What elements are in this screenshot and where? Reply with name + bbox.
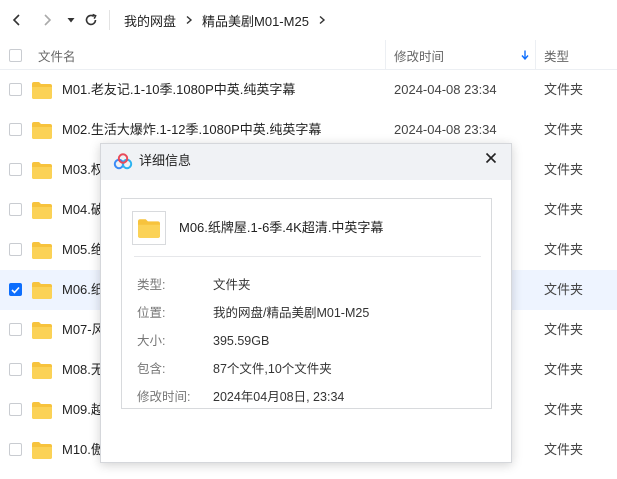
close-button[interactable] bbox=[481, 148, 501, 168]
info-label: 类型: bbox=[137, 278, 166, 292]
history-dropdown-button[interactable] bbox=[60, 9, 82, 31]
dialog-title: 详细信息 bbox=[139, 153, 192, 168]
column-header-time[interactable]: 修改时间 bbox=[394, 40, 444, 70]
file-type: 文件夹 bbox=[544, 242, 584, 257]
file-name[interactable]: M08.无 bbox=[62, 350, 104, 390]
column-header-name[interactable]: 文件名 bbox=[38, 40, 76, 70]
folder-icon bbox=[32, 322, 52, 339]
file-type: 文件夹 bbox=[544, 202, 584, 217]
folder-icon bbox=[32, 242, 52, 259]
file-row[interactable]: M01.老友记.1-10季.1080P中英.纯英字幕 2024-04-08 23… bbox=[0, 70, 617, 110]
row-checkbox[interactable] bbox=[9, 203, 22, 216]
file-name[interactable]: M05.绝 bbox=[62, 230, 104, 270]
row-checkbox[interactable] bbox=[9, 443, 22, 456]
folder-icon bbox=[32, 282, 52, 299]
file-type: 文件夹 bbox=[544, 82, 584, 97]
file-name[interactable]: M03.权 bbox=[62, 150, 104, 190]
folder-icon bbox=[32, 122, 52, 139]
row-checkbox[interactable] bbox=[9, 403, 22, 416]
details-file-name: M06.纸牌屋.1-6季.4K超清.中英字幕 bbox=[179, 220, 384, 235]
row-checkbox[interactable] bbox=[9, 123, 22, 136]
details-panel: M06.纸牌屋.1-6季.4K超清.中英字幕 类型: 文件夹 位置: 我的网盘/… bbox=[121, 198, 492, 409]
row-checkbox[interactable] bbox=[9, 243, 22, 256]
info-value: 2024年04月08日, 23:34 bbox=[213, 390, 345, 404]
file-modified-time: 2024-04-08 23:34 bbox=[394, 82, 497, 97]
file-type: 文件夹 bbox=[544, 122, 584, 137]
info-value: 395.59GB bbox=[213, 334, 270, 348]
checkmark-icon bbox=[11, 286, 20, 294]
file-name[interactable]: M06.纸 bbox=[62, 270, 104, 310]
toolbar: 我的网盘 精品美剧M01-M25 bbox=[0, 0, 617, 40]
file-type: 文件夹 bbox=[544, 162, 584, 177]
folder-icon bbox=[32, 442, 52, 459]
column-header-type[interactable]: 类型 bbox=[544, 40, 569, 70]
chevron-right-icon bbox=[178, 15, 200, 25]
file-type: 文件夹 bbox=[544, 402, 584, 417]
file-type: 文件夹 bbox=[544, 362, 584, 377]
breadcrumb-item-root[interactable]: 我的网盘 bbox=[122, 11, 178, 30]
folder-icon bbox=[32, 362, 52, 379]
row-checkbox[interactable] bbox=[9, 363, 22, 376]
info-value: 87个文件,10个文件夹 bbox=[213, 362, 332, 376]
breadcrumb: 我的网盘 精品美剧M01-M25 bbox=[110, 0, 333, 40]
row-checkbox[interactable] bbox=[9, 323, 22, 336]
sort-descending-icon[interactable] bbox=[521, 40, 529, 70]
info-contents: 包含: 87个文件,10个文件夹 bbox=[122, 355, 493, 383]
file-type: 文件夹 bbox=[544, 442, 584, 457]
info-label: 包含: bbox=[137, 362, 166, 376]
dialog-titlebar[interactable]: 详细信息 bbox=[101, 144, 511, 180]
row-checkbox[interactable] bbox=[9, 83, 22, 96]
info-label: 位置: bbox=[137, 306, 166, 320]
info-label: 大小: bbox=[137, 334, 166, 348]
file-name[interactable]: M01.老友记.1-10季.1080P中英.纯英字幕 bbox=[62, 70, 295, 110]
refresh-icon bbox=[85, 13, 97, 26]
caret-down-icon bbox=[67, 18, 75, 23]
file-list-header: 文件名 修改时间 类型 bbox=[0, 40, 617, 70]
cloud-logo-icon bbox=[113, 153, 133, 170]
chevron-right-icon bbox=[44, 14, 52, 26]
details-dialog: 详细信息 M06.纸牌屋.1-6季.4K超清.中英字幕 类型: 文件夹 位置: … bbox=[100, 143, 512, 463]
file-name[interactable]: M10.傲 bbox=[62, 430, 104, 470]
column-divider[interactable] bbox=[535, 40, 536, 70]
chevron-right-icon bbox=[311, 15, 333, 25]
folder-icon bbox=[132, 211, 166, 245]
info-size: 大小: 395.59GB bbox=[122, 327, 493, 355]
refresh-button[interactable] bbox=[80, 9, 102, 31]
info-value: 文件夹 bbox=[213, 278, 251, 292]
info-location: 位置: 我的网盘/精品美剧M01-M25 bbox=[122, 299, 493, 327]
folder-icon bbox=[32, 402, 52, 419]
divider bbox=[134, 256, 481, 257]
file-name[interactable]: M09.越 bbox=[62, 390, 104, 430]
file-type: 文件夹 bbox=[544, 282, 584, 297]
back-button[interactable] bbox=[6, 9, 28, 31]
row-checkbox[interactable] bbox=[9, 283, 22, 296]
file-name[interactable]: M04.破 bbox=[62, 190, 104, 230]
folder-icon bbox=[32, 162, 52, 179]
breadcrumb-item-current[interactable]: 精品美剧M01-M25 bbox=[200, 11, 311, 30]
info-value: 我的网盘/精品美剧M01-M25 bbox=[213, 306, 370, 320]
info-modified: 修改时间: 2024年04月08日, 23:34 bbox=[122, 383, 493, 411]
info-label: 修改时间: bbox=[137, 390, 191, 404]
file-type: 文件夹 bbox=[544, 322, 584, 337]
chevron-left-icon bbox=[12, 14, 20, 26]
folder-icon bbox=[32, 82, 52, 99]
file-name[interactable]: M07-风 bbox=[62, 310, 105, 350]
column-divider[interactable] bbox=[385, 40, 386, 70]
forward-button[interactable] bbox=[36, 9, 58, 31]
row-checkbox[interactable] bbox=[9, 163, 22, 176]
info-type: 类型: 文件夹 bbox=[122, 271, 493, 299]
close-icon bbox=[485, 152, 497, 164]
select-all-checkbox[interactable] bbox=[9, 40, 22, 70]
folder-icon bbox=[32, 202, 52, 219]
